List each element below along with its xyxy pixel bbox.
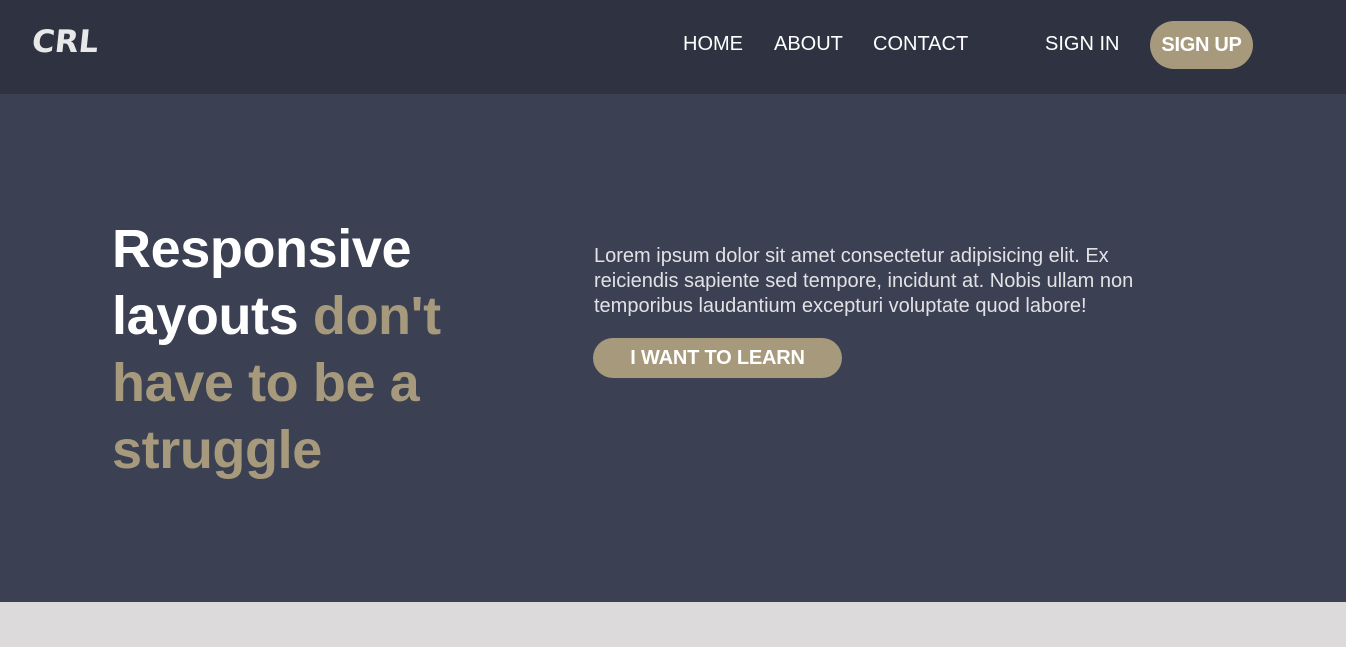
nav-home-link[interactable]: HOME bbox=[683, 32, 743, 56]
learn-cta-button[interactable]: I WANT TO LEARN bbox=[593, 338, 842, 378]
nav-about-link[interactable]: ABOUT bbox=[774, 32, 843, 56]
sign-in-link[interactable]: SIGN IN bbox=[1045, 32, 1119, 56]
nav-contact-link[interactable]: CONTACT bbox=[873, 32, 968, 56]
logo[interactable]: CRL bbox=[30, 24, 100, 60]
hero-headline: Responsive layouts don't have to be a st… bbox=[112, 216, 492, 484]
hero-description: Lorem ipsum dolor sit amet consectetur a… bbox=[594, 245, 1134, 317]
top-navbar: CRL HOME ABOUT CONTACT SIGN IN SIGN UP bbox=[0, 0, 1346, 94]
sign-up-button[interactable]: SIGN UP bbox=[1150, 21, 1253, 69]
